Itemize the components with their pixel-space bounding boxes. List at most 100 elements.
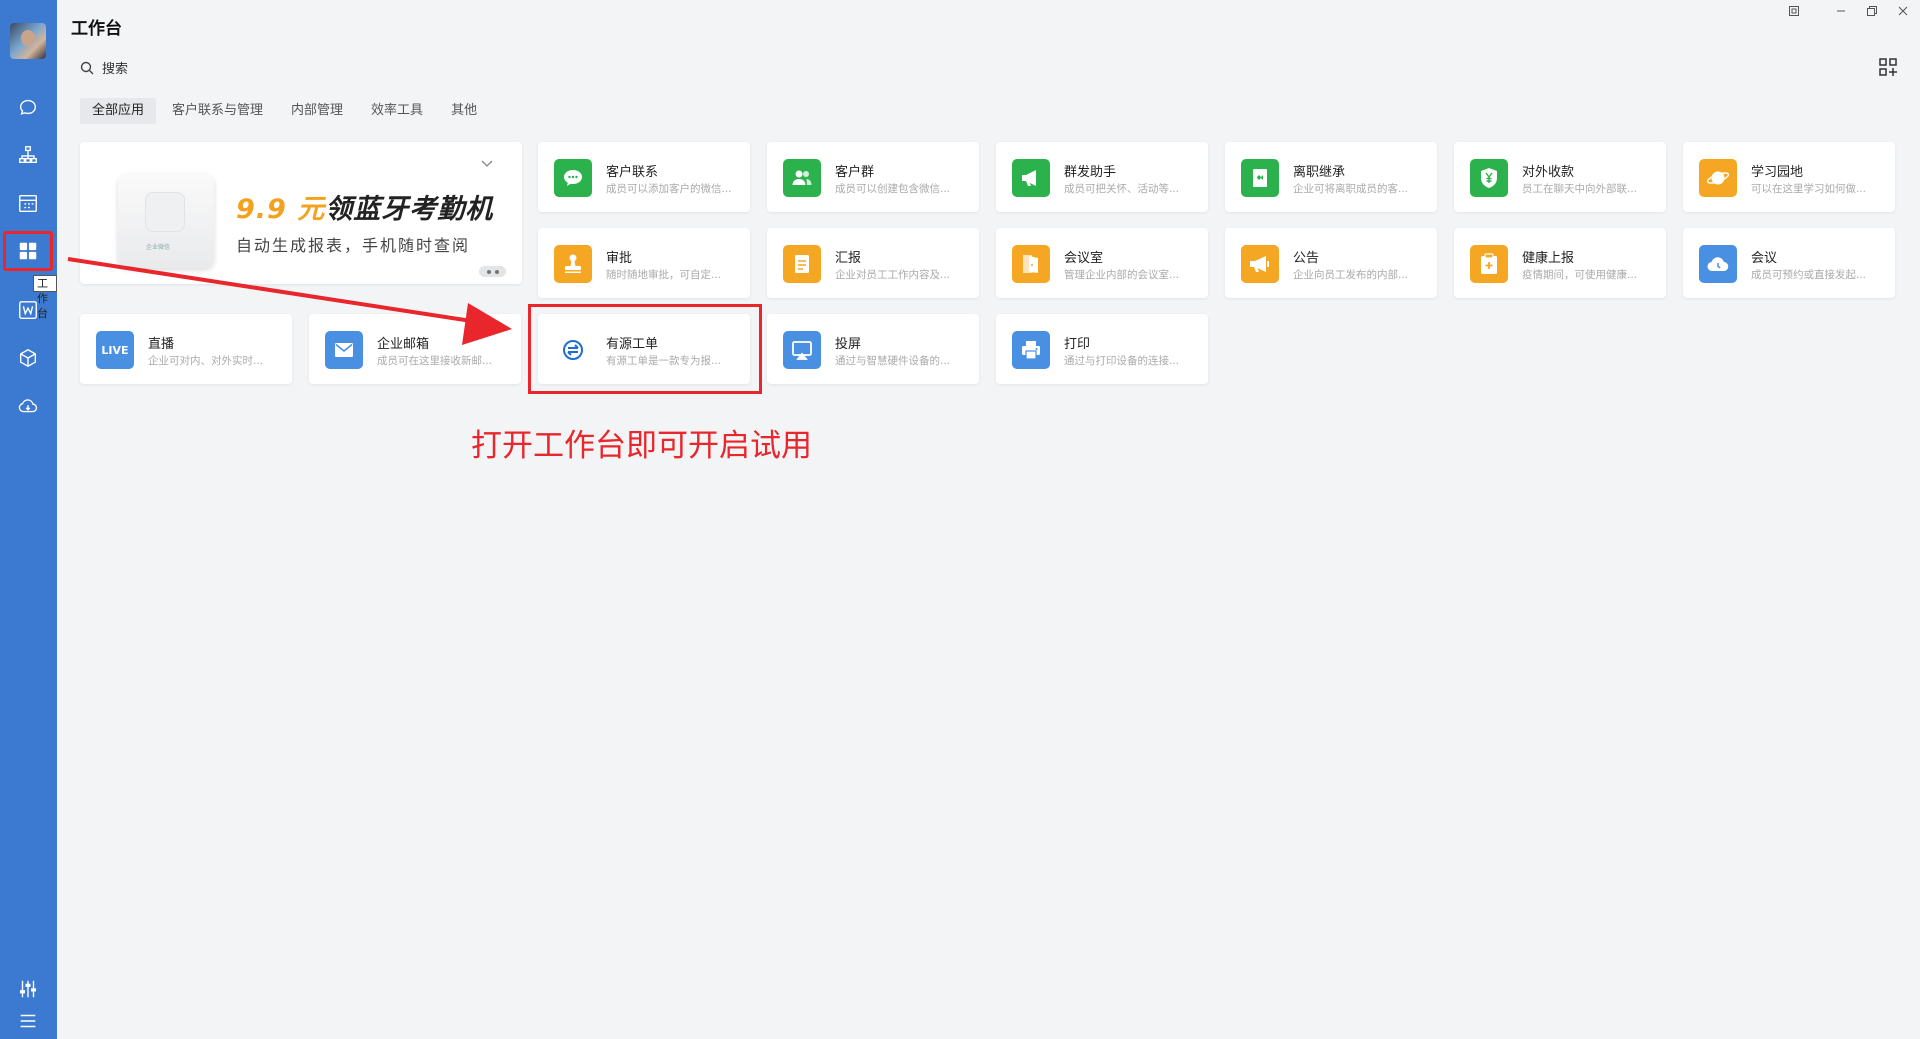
app-name: 健康上报 — [1522, 251, 1575, 266]
chevron-down-icon[interactable] — [480, 156, 494, 170]
app-desc: 员工在聊天中向外部联... — [1522, 183, 1638, 195]
app-desc: 管理企业内部的会议室... — [1064, 269, 1180, 281]
health-clipboard-icon — [1470, 245, 1508, 283]
calendar-icon[interactable] — [14, 189, 42, 217]
chat-bubble-icon — [554, 159, 592, 197]
banner-title-text: 领蓝牙考勤机 — [325, 194, 494, 225]
app-desc: 成员可把关怀、活动等... — [1064, 183, 1180, 195]
app-name: 群发助手 — [1064, 165, 1117, 180]
docs-w-icon[interactable] — [14, 296, 42, 324]
app-card[interactable]: LIVE 直播 企业可对内、对外实时... — [80, 314, 292, 384]
app-name: 直播 — [148, 337, 175, 352]
app-name: 离职继承 — [1293, 165, 1346, 180]
app-desc: 成员可预约或直接发起... — [1751, 269, 1867, 281]
app-name: 会议室 — [1064, 251, 1104, 266]
app-name: 审批 — [606, 251, 633, 266]
annotation-text: 打开工作台即可开启试用 — [471, 428, 812, 464]
app-card[interactable]: 离职继承 企业可将离职成员的客... — [1225, 142, 1437, 212]
app-card[interactable]: 会议 成员可预约或直接发起... — [1683, 228, 1895, 298]
app-name: 客户群 — [835, 165, 875, 180]
promo-banner[interactable]: 企业微信 9.9 元领蓝牙考勤机 自动生成报表，手机随时查阅 — [80, 142, 522, 284]
app-card[interactable]: 对外收款 员工在聊天中向外部联... — [1454, 142, 1666, 212]
app-desc: 成员可以创建包含微信... — [835, 183, 951, 195]
live-badge: LIVE — [101, 343, 129, 357]
app-name: 汇报 — [835, 251, 862, 266]
tab-all-apps[interactable]: 全部应用 — [80, 98, 157, 124]
banner-price: 9.9 元 — [236, 194, 326, 225]
search-label: 搜索 — [102, 62, 129, 77]
app-name: 打印 — [1064, 337, 1091, 352]
banner-title: 9.9 元领蓝牙考勤机 — [236, 187, 493, 226]
app-desc: 通过与打印设备的连接... — [1064, 355, 1180, 367]
screen-cast-icon — [783, 331, 821, 369]
app-desc: 成员可以添加客户的微信... — [606, 183, 732, 195]
chat-icon[interactable] — [14, 93, 42, 121]
avatar[interactable] — [10, 23, 46, 59]
search-box[interactable]: 搜索 — [80, 58, 128, 77]
yuan-shield-icon — [1470, 159, 1508, 197]
app-desc: 可以在这里学习如何做... — [1751, 183, 1867, 195]
active-nav-highlight — [3, 231, 53, 271]
device-brand: 企业微信 — [146, 244, 171, 251]
cloud-meeting-icon — [1699, 245, 1737, 283]
app-name: 学习园地 — [1751, 165, 1804, 180]
attendance-device-image: 企业微信 — [118, 174, 214, 268]
planet-icon — [1699, 159, 1737, 197]
handover-icon — [1241, 159, 1279, 197]
app-card[interactable]: 投屏 通过与智慧硬件设备的... — [767, 314, 979, 384]
tab-efficiency[interactable]: 效率工具 — [359, 98, 435, 124]
app-window: 工作台 工作台 搜索 全部应用 客户联系与管理 内部管理 效率工具 其他 企业微… — [0, 0, 1920, 1039]
app-desc: 企业可对内、对外实时... — [148, 355, 264, 367]
app-card[interactable]: 客户联系 成员可以添加客户的微信... — [538, 142, 750, 212]
tab-customer[interactable]: 客户联系与管理 — [160, 98, 275, 124]
app-name: 投屏 — [835, 337, 862, 352]
menu-icon[interactable] — [14, 1007, 42, 1035]
app-card[interactable]: 客户群 成员可以创建包含微信... — [767, 142, 979, 212]
app-card[interactable]: 审批 随时随地审批，可自定... — [538, 228, 750, 298]
live-icon: LIVE — [96, 331, 134, 369]
settings-sliders-icon[interactable] — [14, 975, 42, 1003]
page-title: 工作台 — [71, 19, 122, 39]
app-desc: 企业向员工发布的内部... — [1293, 269, 1409, 281]
cloud-drive-icon[interactable] — [14, 392, 42, 420]
app-card[interactable]: 汇报 企业对员工工作内容及... — [767, 228, 979, 298]
category-tabs: 全部应用 客户联系与管理 内部管理 效率工具 其他 — [80, 98, 489, 124]
search-icon — [80, 61, 94, 74]
group-icon — [783, 159, 821, 197]
app-card[interactable]: 公告 企业向员工发布的内部... — [1225, 228, 1437, 298]
app-card[interactable]: 会议室 管理企业内部的会议室... — [996, 228, 1208, 298]
minimize-icon[interactable] — [1831, 2, 1851, 20]
banner-subtitle: 自动生成报表，手机随时查阅 — [236, 236, 471, 255]
app-name: 客户联系 — [606, 165, 659, 180]
app-desc: 疫情期间，可使用健康... — [1522, 269, 1638, 281]
stamp-icon — [554, 245, 592, 283]
restore-icon[interactable] — [1862, 2, 1882, 20]
pin-window-icon[interactable] — [1784, 2, 1804, 20]
announce-icon — [1241, 245, 1279, 283]
contacts-icon[interactable] — [14, 141, 42, 169]
app-card[interactable]: 打印 通过与打印设备的连接... — [996, 314, 1208, 384]
app-desc: 成员可在这里接收新邮... — [377, 355, 493, 367]
app-card[interactable]: 学习园地 可以在这里学习如何做... — [1683, 142, 1895, 212]
sidebar: 工作台 — [0, 0, 57, 1039]
tab-internal[interactable]: 内部管理 — [279, 98, 355, 124]
cube-icon[interactable] — [14, 344, 42, 372]
app-card[interactable]: 健康上报 疫情期间，可使用健康... — [1454, 228, 1666, 298]
app-desc: 企业对员工工作内容及... — [835, 269, 951, 281]
carousel-dots[interactable] — [479, 266, 506, 277]
app-name: 企业邮箱 — [377, 337, 430, 352]
add-app-icon[interactable] — [1878, 57, 1900, 79]
workbench-tooltip: 工作台 — [33, 275, 57, 320]
close-icon[interactable] — [1893, 2, 1913, 20]
app-desc: 随时随地审批，可自定... — [606, 269, 722, 281]
app-name: 对外收款 — [1522, 165, 1575, 180]
tab-other[interactable]: 其他 — [439, 98, 489, 124]
youyuan-highlight-box — [528, 304, 762, 394]
report-icon — [783, 245, 821, 283]
printer-icon — [1012, 331, 1050, 369]
megaphone-icon — [1012, 159, 1050, 197]
app-card[interactable]: 群发助手 成员可把关怀、活动等... — [996, 142, 1208, 212]
app-card[interactable]: 企业邮箱 成员可在这里接收新邮... — [309, 314, 521, 384]
mail-icon — [325, 331, 363, 369]
door-icon — [1012, 245, 1050, 283]
